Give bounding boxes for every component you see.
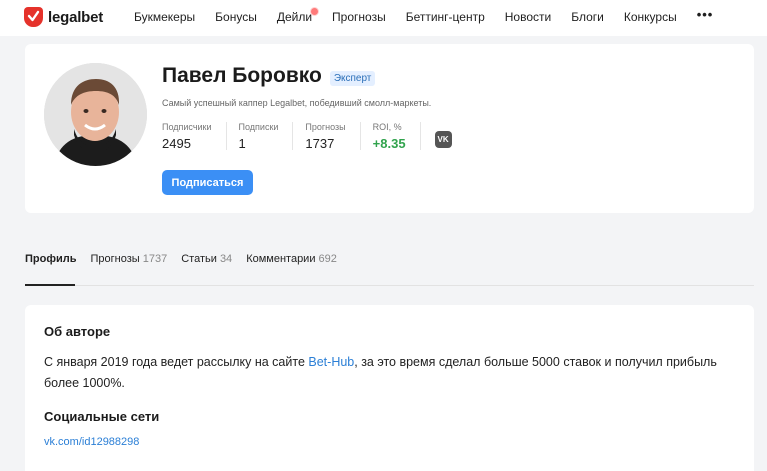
nav-item-news[interactable]: Новости <box>505 10 551 24</box>
profile-card: Павел Боровко Эксперт Самый успешный кап… <box>25 44 754 213</box>
nav-item-daily[interactable]: Дейли <box>276 7 320 24</box>
logo[interactable]: legalbet <box>24 7 103 27</box>
top-header: legalbet Букмекеры Бонусы Дейли Прогнозы… <box>0 0 767 36</box>
more-menu-icon[interactable]: ••• <box>697 7 714 24</box>
logo-text: legalbet <box>48 8 104 26</box>
stat-label: Прогнозы <box>305 122 346 132</box>
tab-count: 34 <box>219 253 233 265</box>
expert-badge: Эксперт <box>329 70 376 86</box>
profile-stats: Подписчики 2495 Подписки 1 Прогнозы 1737… <box>162 122 452 151</box>
nav-item-bonuses[interactable]: Бонусы <box>215 10 257 24</box>
tab-comments[interactable]: Комментарии 692 <box>246 253 337 265</box>
stat-roi: ROI, % +8.35 <box>372 122 421 151</box>
stat-label: Подписчики <box>162 122 212 132</box>
stat-value: 1 <box>238 136 246 151</box>
social-title: Социальные сети <box>44 409 160 424</box>
tab-count: 692 <box>318 253 337 265</box>
stat-value: 2495 <box>162 136 191 151</box>
tab-articles[interactable]: Статьи 34 <box>181 253 232 265</box>
stat-value: 1737 <box>305 136 335 151</box>
tab-label: Комментарии <box>246 253 316 265</box>
notification-dot <box>310 7 320 16</box>
tab-profile[interactable]: Профиль <box>25 253 76 265</box>
profile-name: Павел Боровко <box>162 64 322 87</box>
about-text: С января 2019 года ведет рассылку на сай… <box>44 352 724 394</box>
bet-hub-link[interactable]: Bet-Hub <box>308 355 354 369</box>
nav-item-betting-center[interactable]: Беттинг-центр <box>406 10 485 24</box>
stat-label: Подписки <box>238 122 279 132</box>
about-title: Об авторе <box>44 324 111 339</box>
stat-followers[interactable]: Подписчики 2495 <box>162 122 227 151</box>
tab-label: Профиль <box>25 253 77 265</box>
stat-label: ROI, % <box>372 122 402 132</box>
nav-item-daily-label: Дейли <box>276 10 313 24</box>
active-tab-indicator <box>25 284 75 286</box>
tabs-divider <box>25 285 754 286</box>
tab-predictions[interactable]: Прогнозы 1737 <box>90 253 167 265</box>
name-row: Павел Боровко Эксперт <box>162 64 376 88</box>
avatar <box>44 63 147 166</box>
nav-item-predictions[interactable]: Прогнозы <box>332 10 386 24</box>
tab-count: 1737 <box>142 253 168 265</box>
stat-subscriptions[interactable]: Подписки 1 <box>238 122 294 151</box>
legalbet-logo-icon <box>24 7 43 27</box>
profile-tabs: Профиль Прогнозы 1737 Статьи 34 Коммента… <box>25 253 351 265</box>
nav-item-contests[interactable]: Конкурсы <box>624 10 677 24</box>
main-nav: Букмекеры Бонусы Дейли Прогнозы Беттинг-… <box>134 7 733 24</box>
about-text-start: С января 2019 года ведет рассылку на сай… <box>44 355 309 369</box>
stat-predictions[interactable]: Прогнозы 1737 <box>305 122 361 151</box>
vk-profile-link[interactable]: vk.com/id12988298 <box>44 436 139 448</box>
nav-item-bookmakers[interactable]: Букмекеры <box>134 10 195 24</box>
tab-label: Прогнозы <box>90 253 140 265</box>
stat-value: +8.35 <box>372 136 406 151</box>
subscribe-button[interactable]: Подписаться <box>162 170 253 195</box>
profile-bio: Самый успешный каппер Legalbet, победивш… <box>162 98 432 108</box>
vk-icon[interactable]: VK <box>434 131 452 148</box>
tab-label: Статьи <box>181 253 217 265</box>
about-card: Об авторе С января 2019 года ведет рассы… <box>25 305 754 471</box>
nav-item-blogs[interactable]: Блоги <box>571 10 604 24</box>
